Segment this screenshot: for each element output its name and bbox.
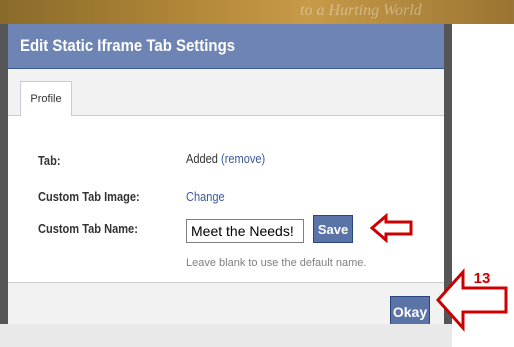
custom-tab-name-label: Custom Tab Name: — [38, 221, 138, 236]
background-page-header: to a Hurting World — [0, 0, 514, 24]
change-image-link[interactable]: Change — [186, 189, 225, 204]
okay-button[interactable]: Okay — [390, 296, 430, 324]
tab-profile[interactable]: Profile — [20, 81, 72, 116]
dialog-footer — [8, 282, 444, 324]
remove-tab-link[interactable]: (remove) — [221, 151, 265, 166]
save-button[interactable]: Save — [313, 215, 353, 243]
background-right-strip — [444, 24, 452, 324]
step-number-label: 13 — [473, 270, 491, 287]
tab-profile-label: Profile — [30, 93, 62, 105]
tab-status-text: Added — [186, 151, 218, 166]
custom-tab-name-input[interactable] — [186, 219, 304, 243]
background-bottom — [0, 324, 452, 347]
tab-row-label: Tab: — [38, 153, 61, 168]
background-watermark-text: to a Hurting World — [300, 2, 422, 19]
dialog-titlebar: Edit Static Iframe Tab Settings — [8, 24, 444, 69]
custom-tab-name-hint: Leave blank to use the default name. — [186, 257, 367, 269]
dialog-title: Edit Static Iframe Tab Settings — [20, 36, 236, 55]
dialog-tab-strip: Profile — [8, 69, 444, 116]
background-left-strip — [0, 24, 8, 324]
tab-row-value: Added (remove) — [186, 151, 265, 166]
edit-tab-settings-dialog: Edit Static Iframe Tab Settings Profile … — [8, 24, 444, 324]
custom-tab-image-label: Custom Tab Image: — [38, 189, 140, 204]
